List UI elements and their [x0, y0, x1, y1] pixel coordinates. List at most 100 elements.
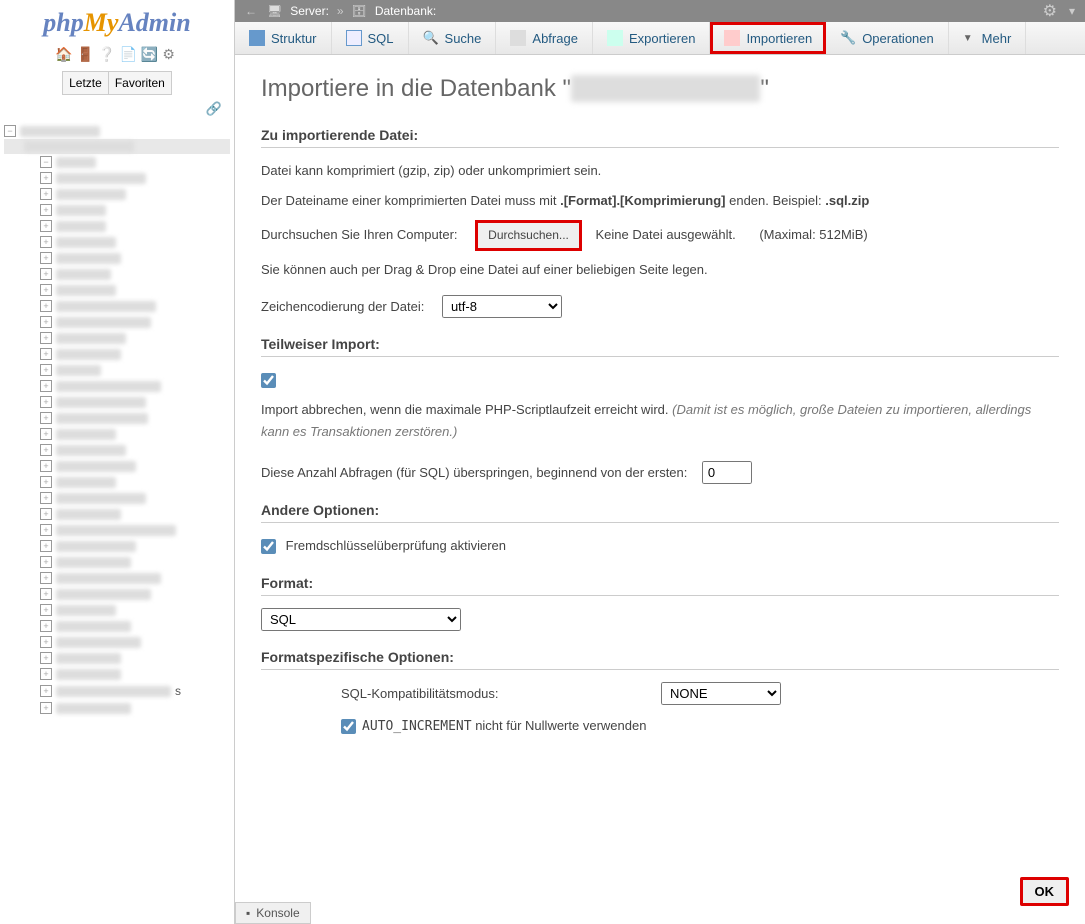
- tree-table[interactable]: +: [4, 346, 230, 362]
- tab-operationen[interactable]: 🔧Operationen: [826, 22, 949, 54]
- plus-icon[interactable]: +: [40, 188, 52, 200]
- konsole-bar[interactable]: ▪ Konsole: [235, 902, 311, 924]
- compat-select[interactable]: NONE: [661, 682, 781, 705]
- plus-icon[interactable]: +: [40, 300, 52, 312]
- plus-icon[interactable]: +: [40, 702, 52, 714]
- plus-icon[interactable]: +: [40, 668, 52, 680]
- tab-sql[interactable]: SQL: [332, 22, 409, 54]
- settings-icon[interactable]: ⚙: [162, 46, 179, 62]
- tree-table[interactable]: +: [4, 378, 230, 394]
- navigation-tree[interactable]: − − + + + + + + + + + + + + + + + + + + …: [0, 121, 234, 924]
- plus-icon[interactable]: +: [40, 508, 52, 520]
- logout-icon[interactable]: 🚪: [77, 46, 98, 62]
- plus-icon[interactable]: +: [40, 444, 52, 456]
- abort-checkbox[interactable]: [261, 373, 276, 388]
- tree-table[interactable]: +: [4, 522, 230, 538]
- tree-table[interactable]: +: [4, 602, 230, 618]
- plus-icon[interactable]: +: [40, 220, 52, 232]
- skip-count-input[interactable]: [702, 461, 752, 484]
- ok-button[interactable]: OK: [1020, 877, 1070, 906]
- recent-button[interactable]: Letzte: [62, 71, 109, 95]
- tree-table[interactable]: +: [4, 170, 230, 186]
- tab-struktur[interactable]: Struktur: [235, 22, 332, 54]
- plus-icon[interactable]: +: [40, 396, 52, 408]
- favorites-button[interactable]: Favoriten: [109, 71, 172, 95]
- fk-check-checkbox[interactable]: [261, 539, 276, 554]
- plus-icon[interactable]: +: [40, 204, 52, 216]
- docs-icon[interactable]: ❔: [98, 46, 119, 62]
- plus-icon[interactable]: +: [40, 252, 52, 264]
- tree-database-selected[interactable]: [4, 139, 230, 154]
- tree-table[interactable]: +s: [4, 682, 230, 700]
- back-icon[interactable]: ←: [245, 4, 257, 18]
- format-select[interactable]: SQL: [261, 608, 461, 631]
- tree-table[interactable]: +: [4, 394, 230, 410]
- tree-table[interactable]: +: [4, 650, 230, 666]
- tree-table[interactable]: −: [4, 154, 230, 170]
- plus-icon[interactable]: +: [40, 652, 52, 664]
- plus-icon[interactable]: +: [40, 348, 52, 360]
- minus-icon[interactable]: −: [40, 156, 52, 168]
- plus-icon[interactable]: +: [40, 236, 52, 248]
- tab-exportieren[interactable]: Exportieren: [593, 22, 710, 54]
- plus-icon[interactable]: +: [40, 685, 52, 697]
- tree-table[interactable]: +: [4, 538, 230, 554]
- browse-button[interactable]: Durchsuchen...: [475, 220, 582, 250]
- plus-icon[interactable]: +: [40, 172, 52, 184]
- autoinc-checkbox[interactable]: [341, 719, 356, 734]
- plus-icon[interactable]: +: [40, 572, 52, 584]
- dropdown-caret-icon[interactable]: ▾: [1069, 4, 1075, 18]
- tree-table[interactable]: +: [4, 314, 230, 330]
- tree-table[interactable]: +: [4, 700, 230, 716]
- plus-icon[interactable]: +: [40, 588, 52, 600]
- tree-table[interactable]: +: [4, 426, 230, 442]
- tree-table[interactable]: +: [4, 554, 230, 570]
- plus-icon[interactable]: +: [40, 316, 52, 328]
- collapse-link-icon[interactable]: 🔗: [0, 97, 234, 121]
- tree-table[interactable]: +: [4, 586, 230, 602]
- tree-table[interactable]: +: [4, 506, 230, 522]
- plus-icon[interactable]: +: [40, 492, 52, 504]
- tab-suche[interactable]: 🔍Suche: [409, 22, 497, 54]
- gear-icon[interactable]: ⚙: [1043, 1, 1057, 21]
- plus-icon[interactable]: +: [40, 540, 52, 552]
- tree-table[interactable]: +: [4, 666, 230, 682]
- tree-table[interactable]: +: [4, 618, 230, 634]
- tab-abfrage[interactable]: Abfrage: [496, 22, 593, 54]
- plus-icon[interactable]: +: [40, 460, 52, 472]
- encoding-select[interactable]: utf-8: [442, 295, 562, 318]
- tree-table[interactable]: +: [4, 298, 230, 314]
- tree-table[interactable]: +: [4, 634, 230, 650]
- reload-icon[interactable]: 🔄: [141, 46, 162, 62]
- tree-root[interactable]: −: [4, 123, 230, 139]
- plus-icon[interactable]: +: [40, 428, 52, 440]
- tree-table[interactable]: +: [4, 570, 230, 586]
- tree-table[interactable]: +: [4, 250, 230, 266]
- tree-table[interactable]: +: [4, 362, 230, 378]
- plus-icon[interactable]: +: [40, 524, 52, 536]
- home-icon[interactable]: 🏠: [55, 46, 76, 62]
- tab-mehr[interactable]: ▼Mehr: [949, 22, 1027, 54]
- plus-icon[interactable]: +: [40, 364, 52, 376]
- sql-icon[interactable]: 📄: [119, 46, 140, 62]
- plus-icon[interactable]: +: [40, 476, 52, 488]
- plus-icon[interactable]: +: [40, 604, 52, 616]
- tree-table[interactable]: +: [4, 218, 230, 234]
- tree-table[interactable]: +: [4, 490, 230, 506]
- minus-icon[interactable]: −: [4, 125, 16, 137]
- tree-table[interactable]: +: [4, 266, 230, 282]
- plus-icon[interactable]: +: [40, 332, 52, 344]
- tree-table[interactable]: +: [4, 202, 230, 218]
- tree-table[interactable]: +: [4, 474, 230, 490]
- plus-icon[interactable]: +: [40, 268, 52, 280]
- plus-icon[interactable]: +: [40, 284, 52, 296]
- tree-table[interactable]: +: [4, 410, 230, 426]
- plus-icon[interactable]: +: [40, 412, 52, 424]
- tree-table[interactable]: +: [4, 458, 230, 474]
- tree-table[interactable]: +: [4, 282, 230, 298]
- plus-icon[interactable]: +: [40, 556, 52, 568]
- plus-icon[interactable]: +: [40, 620, 52, 632]
- tree-table[interactable]: +: [4, 234, 230, 250]
- tree-table[interactable]: +: [4, 330, 230, 346]
- plus-icon[interactable]: +: [40, 380, 52, 392]
